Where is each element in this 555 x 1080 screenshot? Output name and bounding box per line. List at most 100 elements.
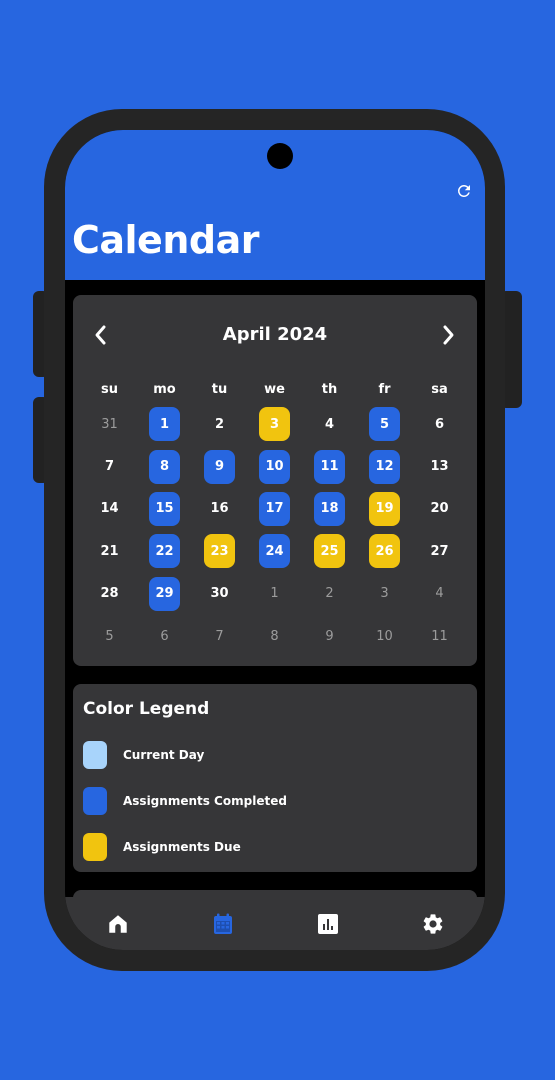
calendar-day-label: 17	[259, 491, 290, 526]
calendar-day-label: 31	[101, 416, 118, 432]
phone-screen: Calendar April 2024 su mo tu we th fr sa…	[65, 130, 485, 950]
calendar-day-label: 10	[259, 449, 290, 484]
calendar-day[interactable]: 30	[192, 573, 247, 615]
calendar-day[interactable]: 10	[357, 615, 412, 657]
calendar-day[interactable]: 23	[192, 530, 247, 572]
calendar-day-label: 7	[104, 459, 115, 475]
app-header: Calendar	[65, 130, 485, 280]
refresh-icon[interactable]	[455, 182, 473, 200]
calendar-day-label: 19	[369, 491, 400, 526]
calendar-day[interactable]: 9	[192, 445, 247, 487]
nav-home[interactable]	[90, 904, 145, 944]
calendar-day-label: 9	[204, 449, 235, 484]
calendar-day[interactable]: 12	[357, 445, 412, 487]
calendar-day[interactable]: 3	[247, 403, 302, 445]
weekday-label: su	[101, 382, 118, 397]
calendar-day[interactable]: 7	[192, 615, 247, 657]
calendar-day-label: 15	[149, 491, 180, 526]
gear-icon	[423, 913, 442, 934]
legend-label: Assignments Due	[123, 840, 241, 854]
legend-label: Current Day	[123, 748, 205, 762]
calendar-day[interactable]: 27	[412, 530, 467, 572]
legend-title: Color Legend	[83, 699, 210, 719]
calendar-day-label: 14	[100, 501, 119, 517]
color-legend-card: Color Legend Current Day Assignments Com…	[73, 684, 477, 872]
calendar-grid: 31 1 2 3 4 5 6 7 8 9 10 11 12 13 14 15 16 17 18 19 20 21 22 23 2…	[82, 403, 467, 657]
calendar-day-label: 2	[214, 416, 225, 432]
calendar-day-label: 7	[215, 628, 224, 644]
weekday-label: th	[321, 382, 338, 397]
calendar-day-label: 20	[430, 501, 449, 517]
calendar-day[interactable]: 15	[137, 488, 192, 530]
calendar-day[interactable]: 29	[137, 573, 192, 615]
calendar-day[interactable]: 8	[247, 615, 302, 657]
calendar-day[interactable]: 24	[247, 530, 302, 572]
weekday-label: mo	[153, 382, 176, 397]
page-title: Calendar	[72, 218, 259, 262]
calendar-day-label: 24	[259, 534, 290, 569]
calendar-day[interactable]: 20	[412, 488, 467, 530]
calendar-icon	[213, 913, 232, 934]
calendar-day[interactable]: 22	[137, 530, 192, 572]
calendar-day-label: 12	[369, 449, 400, 484]
calendar-day[interactable]: 19	[357, 488, 412, 530]
calendar-day[interactable]: 10	[247, 445, 302, 487]
calendar-day[interactable]: 3	[357, 573, 412, 615]
calendar-day-label: 11	[314, 449, 345, 484]
calendar-day-label: 3	[380, 586, 389, 602]
legend-item-current-day: Current Day	[83, 740, 204, 770]
next-month-button[interactable]	[436, 321, 460, 349]
legend-item-completed: Assignments Completed	[83, 786, 287, 816]
home-icon	[108, 914, 127, 933]
calendar-day[interactable]: 1	[247, 573, 302, 615]
calendar-day[interactable]: 26	[357, 530, 412, 572]
bar-chart-icon	[317, 913, 338, 934]
calendar-day[interactable]: 17	[247, 488, 302, 530]
calendar-day[interactable]: 5	[357, 403, 412, 445]
calendar-day[interactable]: 21	[82, 530, 137, 572]
calendar-day-label: 22	[149, 534, 180, 569]
calendar-day-label: 21	[100, 543, 119, 559]
calendar-day[interactable]: 1	[137, 403, 192, 445]
calendar-day-label: 2	[325, 586, 334, 602]
calendar-day[interactable]: 4	[302, 403, 357, 445]
bottom-navigation	[65, 897, 485, 950]
calendar-day[interactable]: 9	[302, 615, 357, 657]
calendar-day-label: 6	[434, 416, 445, 432]
calendar-day[interactable]: 25	[302, 530, 357, 572]
calendar-day[interactable]: 18	[302, 488, 357, 530]
calendar-day-label: 1	[270, 586, 279, 602]
calendar-day[interactable]: 7	[82, 445, 137, 487]
calendar-day[interactable]: 11	[302, 445, 357, 487]
calendar-day[interactable]: 5	[82, 615, 137, 657]
calendar-day-label: 28	[100, 586, 119, 602]
calendar-day[interactable]: 16	[192, 488, 247, 530]
legend-label: Assignments Completed	[123, 794, 287, 808]
calendar-day[interactable]: 6	[412, 403, 467, 445]
nav-calendar[interactable]	[195, 904, 250, 944]
calendar-day[interactable]: 4	[412, 573, 467, 615]
calendar-day-label: 3	[259, 407, 290, 442]
weekday-label: fr	[378, 382, 391, 397]
legend-swatch	[83, 787, 107, 815]
calendar-day-label: 6	[160, 628, 169, 644]
calendar-day-label: 30	[210, 586, 229, 602]
calendar-day[interactable]: 31	[82, 403, 137, 445]
calendar-day[interactable]: 13	[412, 445, 467, 487]
calendar-day[interactable]: 2	[192, 403, 247, 445]
calendar-day[interactable]: 11	[412, 615, 467, 657]
calendar-day[interactable]: 6	[137, 615, 192, 657]
calendar-day-label: 13	[430, 459, 449, 475]
calendar-day[interactable]: 2	[302, 573, 357, 615]
calendar-day[interactable]: 8	[137, 445, 192, 487]
calendar-day[interactable]: 14	[82, 488, 137, 530]
calendar-day-label: 26	[369, 534, 400, 569]
calendar-day-label: 4	[324, 416, 335, 432]
weekday-label: tu	[211, 382, 228, 397]
calendar-day[interactable]: 28	[82, 573, 137, 615]
month-title: April 2024	[222, 324, 328, 345]
nav-settings[interactable]	[405, 904, 460, 944]
calendar-card: April 2024 su mo tu we th fr sa 31 1 2 3 4 5 6…	[73, 295, 477, 666]
nav-stats[interactable]	[300, 904, 355, 944]
calendar-day-label: 5	[369, 407, 400, 442]
